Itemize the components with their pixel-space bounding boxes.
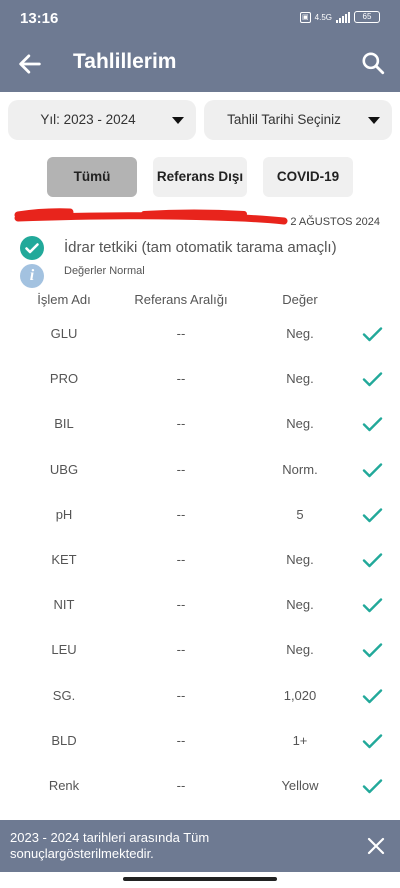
row-value: Neg. [286,416,314,432]
row-name: BIL [54,416,74,432]
check-icon [362,372,383,387]
battery-icon: 65 [354,11,380,23]
row-range: -- [176,551,186,567]
info-icon: i [20,264,44,288]
table-row: BIL -- Neg. [0,400,400,445]
result-date: 2 AĞUSTOS 2024 [290,216,380,228]
check-icon [362,508,383,522]
table-row: Renk -- Yellow [0,762,400,807]
date-dropdown-label: Tahlil Tarihi Seçiniz [227,112,341,127]
status-bar: 13:16 ▣ 4.5G 65 [0,0,400,36]
row-range: -- [176,732,186,748]
check-icon [362,327,383,342]
snackbar: 2023 - 2024 tarihleri arasında Tüm sonuç… [0,820,400,872]
network-label: 4.5G [314,12,332,22]
row-range: -- [176,687,186,703]
results-table: GLU -- Neg. PRO -- Neg. BIL -- Neg. UBG -- Norm. pH -… [0,310,400,807]
signal-icon [336,11,350,23]
table-row: pH -- 5 [0,491,400,536]
table-row: KET -- Neg. [0,536,400,581]
row-range: -- [176,642,186,658]
year-dropdown[interactable]: Yıl: 2023 - 2024 [8,100,196,140]
row-range: -- [176,371,186,387]
arrow-left-icon[interactable] [16,50,44,78]
row-value: Neg. [286,597,314,613]
tab-covid[interactable]: COVID-19 [263,157,353,197]
year-dropdown-label: Yıl: 2023 - 2024 [40,112,136,127]
row-name: PRO [49,371,79,387]
check-circle-icon [20,236,44,260]
row-name: UBG [49,461,79,477]
row-value: 1,020 [283,687,317,703]
check-icon [362,598,383,613]
status-icons: ▣ 4.5G 65 [300,11,380,23]
caret-down-icon [368,117,380,124]
header-value: Değer [282,292,318,307]
table-row: NIT -- Neg. [0,581,400,626]
row-name: pH [55,506,73,522]
row-range: -- [176,416,186,432]
row-range: -- [176,777,186,793]
row-value: 5 [296,506,304,522]
page-title: Tahlillerim [73,50,177,73]
row-name: KET [51,551,77,567]
tab-all[interactable]: Tümü [47,157,137,197]
table-row: GLU -- Neg. [0,310,400,355]
table-row: BLD -- 1+ [0,717,400,762]
row-value: 1+ [292,732,308,748]
home-indicator[interactable] [123,877,277,881]
row-range: -- [176,326,186,341]
table-row: LEU -- Neg. [0,626,400,671]
tab-out-of-reference[interactable]: Referans Dışı [153,157,247,197]
row-range: -- [176,597,186,613]
check-icon [362,462,383,477]
check-icon [362,779,383,794]
table-row: SG. -- 1,020 [0,672,400,717]
row-value: Norm. [282,461,318,477]
volte-icon: ▣ [300,11,311,23]
row-value: Neg. [286,642,314,658]
table-row: UBG -- Norm. [0,446,400,491]
row-range: -- [176,506,186,522]
date-dropdown[interactable]: Tahlil Tarihi Seçiniz [204,100,392,140]
header-name: İşlem Adı [37,292,91,307]
check-icon [362,643,383,658]
redaction-mark [14,208,288,225]
row-name: NIT [53,597,75,613]
row-value: Neg. [286,371,314,387]
row-name: LEU [51,642,77,658]
check-icon [362,688,383,703]
row-name: SG. [52,687,76,703]
row-name: GLU [50,326,78,341]
search-icon[interactable] [360,50,386,76]
app-bar: Tahlillerim [0,36,400,92]
row-value: Neg. [286,326,314,341]
check-icon [362,553,383,568]
row-name: BLD [51,732,77,748]
test-name: İdrar tetkiki (tam otomatik tarama amaçl… [64,239,337,256]
row-range: -- [176,461,186,477]
check-icon [362,417,383,432]
row-value: Neg. [286,551,314,567]
caret-down-icon [172,117,184,124]
status-time: 13:16 [20,10,59,27]
snackbar-message: 2023 - 2024 tarihleri arasında Tüm sonuç… [10,830,210,861]
table-row: PRO -- Neg. [0,355,400,400]
status-text: Değerler Normal [64,265,145,277]
header-range: Referans Aralığı [134,292,228,307]
check-icon [362,733,383,748]
row-name: Renk [48,777,80,793]
close-icon[interactable] [366,836,386,856]
row-value: Yellow [281,777,319,793]
